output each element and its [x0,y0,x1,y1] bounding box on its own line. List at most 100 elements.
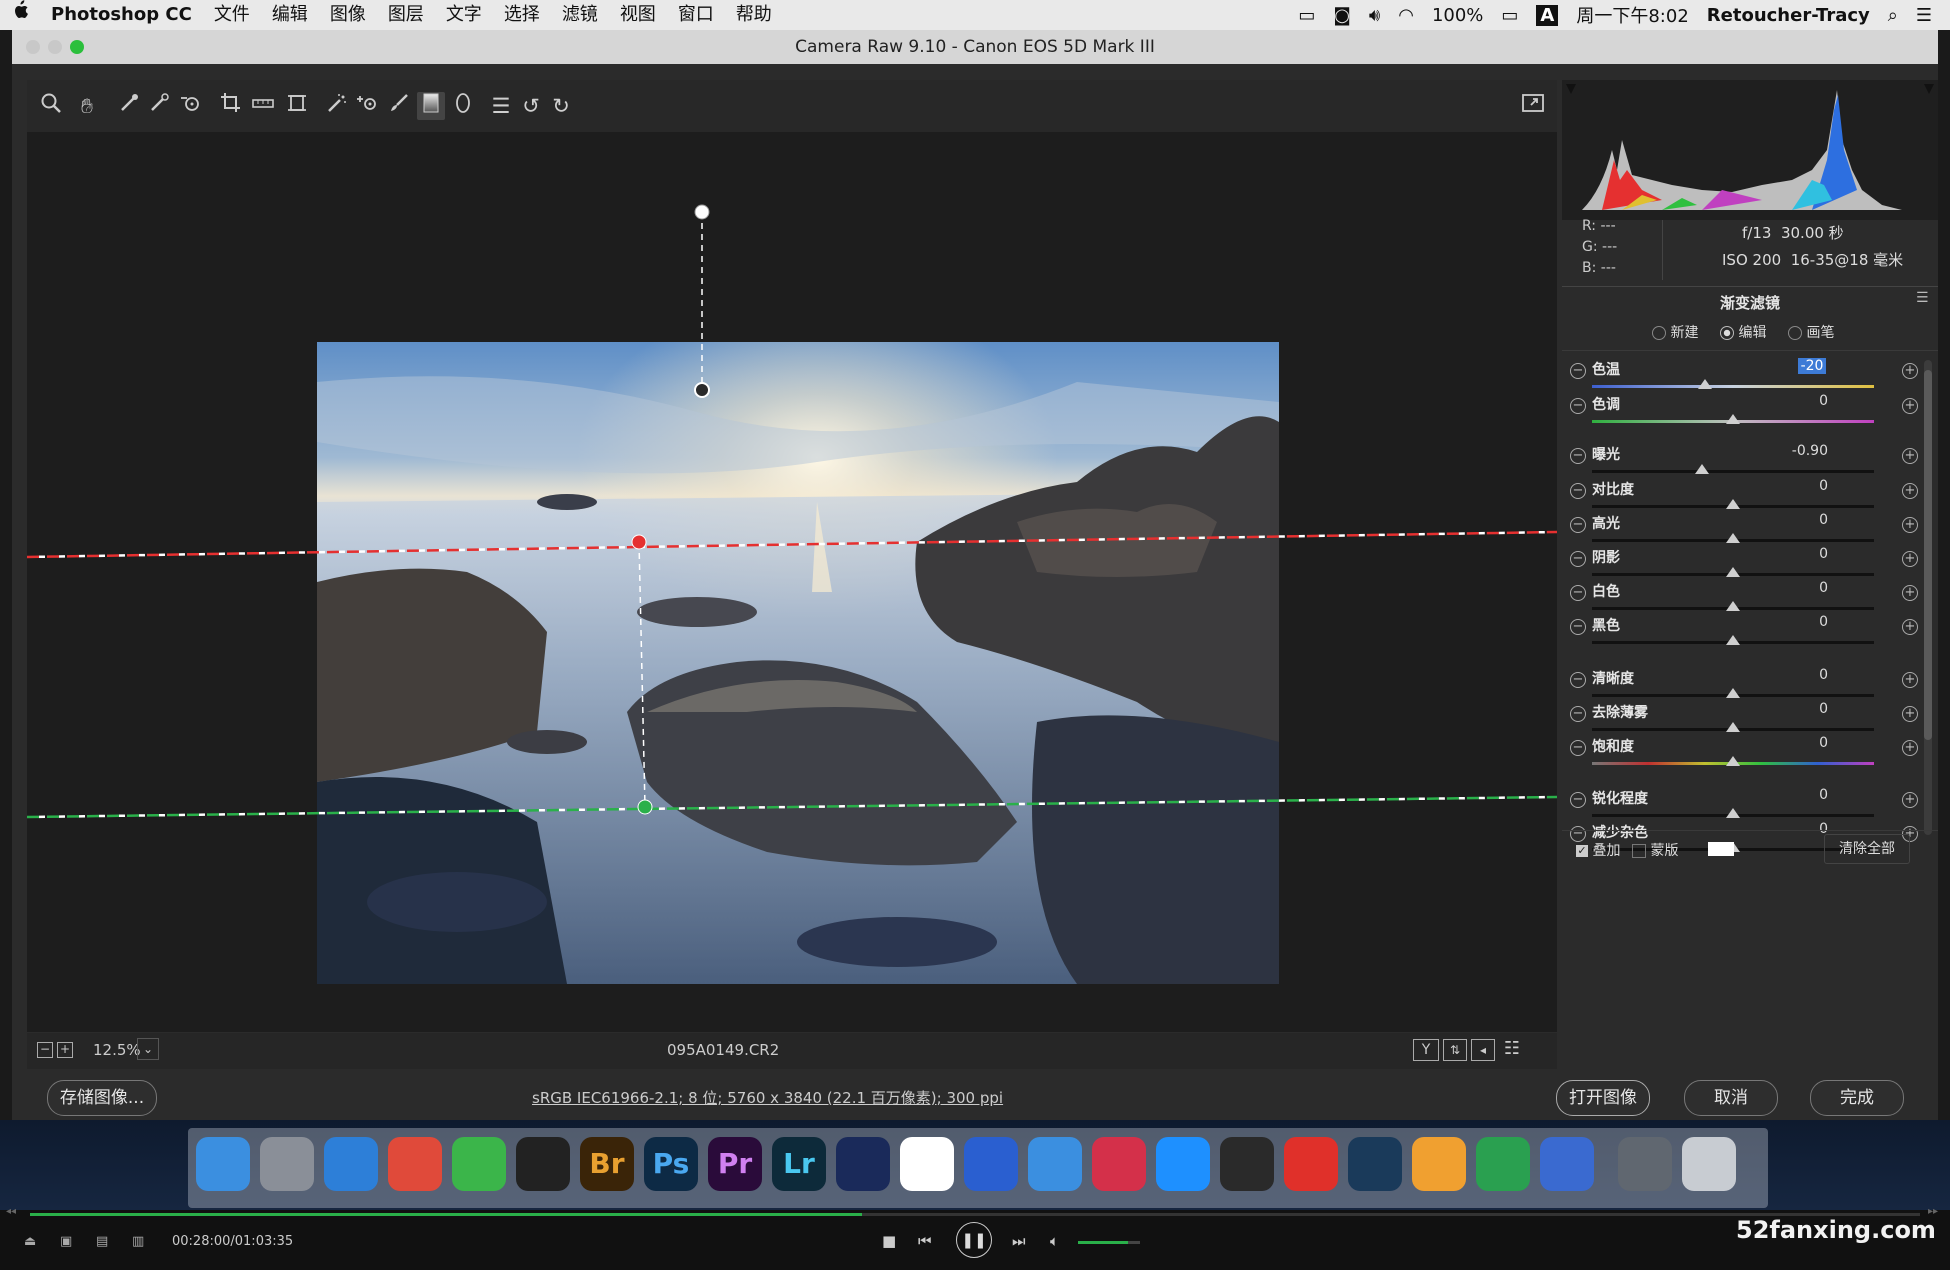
decrease-icon[interactable]: − [1570,619,1586,635]
lightroom-dock-icon[interactable]: Lr [772,1137,826,1191]
menu-layer[interactable]: 图层 [377,0,435,30]
slider-value[interactable]: 0 [1748,614,1828,630]
increase-icon[interactable]: + [1902,792,1918,808]
screen-sharing-dock-icon[interactable] [1618,1137,1672,1191]
rotate-left-icon[interactable]: ↺ [517,92,545,120]
decrease-icon[interactable]: − [1570,517,1586,533]
filter-red-pin[interactable] [631,534,647,550]
slider-value[interactable]: 0 [1748,546,1828,562]
slider-value[interactable]: -20 [1798,358,1826,374]
menu-file[interactable]: 文件 [203,0,261,30]
menu-type[interactable]: 文字 [435,0,493,30]
spotlight-icon[interactable]: ⌕ [1888,5,1898,26]
zoom-window-button[interactable] [70,40,84,54]
transform-tool-icon[interactable] [283,92,311,120]
increase-icon[interactable]: + [1902,483,1918,499]
filter-top-pin[interactable] [694,204,710,220]
save-image-button[interactable]: 存储图像... [47,1080,157,1116]
cancel-button[interactable]: 取消 [1684,1080,1778,1116]
apple-menu-icon[interactable] [0,0,40,30]
chrome-dock-icon[interactable] [388,1137,442,1191]
straighten-tool-icon[interactable] [249,92,277,120]
pause-icon[interactable]: ❚❚ [956,1222,992,1258]
volume-icon[interactable]: 🔈︎ [1050,1232,1059,1250]
slider-thumb[interactable] [1726,756,1740,766]
menu-edit[interactable]: 编辑 [261,0,319,30]
slider-thumb[interactable] [1697,379,1712,389]
filter-green-pin[interactable] [637,799,653,815]
next-icon[interactable]: ⏭ [1012,1232,1026,1250]
decrease-icon[interactable]: − [1570,792,1586,808]
view-settings-icon[interactable]: ☷ [1501,1037,1523,1061]
eject-icon[interactable]: ⏏ [24,1234,36,1249]
slider-thumb[interactable] [1726,567,1740,577]
volume-icon[interactable]: 🔊︎ [1369,5,1380,26]
subtitle-icon[interactable]: ▤ [96,1234,108,1249]
mask-color-swatch[interactable] [1708,842,1734,856]
slider-value[interactable]: 0 [1748,478,1828,494]
increase-icon[interactable]: + [1902,551,1918,567]
decrease-icon[interactable]: − [1570,363,1586,379]
copy-settings-icon[interactable]: ◂ [1471,1039,1495,1061]
clock[interactable]: 周一下午8:02 [1576,2,1688,28]
video-progress-track[interactable] [30,1213,1920,1216]
volume-slider[interactable] [1078,1241,1140,1244]
decrease-icon[interactable]: − [1570,551,1586,567]
slider-thumb[interactable] [1694,464,1709,474]
slider-row[interactable]: − 色调 0 + [1562,390,1938,430]
slider-value[interactable]: 0 [1748,701,1828,717]
screen-record-icon[interactable]: ◙ [1333,5,1350,26]
panel-scrollbar[interactable] [1924,360,1932,835]
slider-track[interactable] [1592,470,1874,473]
slider-row[interactable]: − 色温 -20 + [1562,355,1938,395]
slider-thumb[interactable] [1726,808,1740,818]
decrease-icon[interactable]: − [1570,706,1586,722]
increase-icon[interactable]: + [1902,740,1918,756]
adjustment-brush-icon[interactable] [385,92,413,120]
slider-value[interactable]: -0.90 [1748,443,1828,459]
davinci-dock-icon[interactable] [1092,1137,1146,1191]
trash-dock-icon[interactable] [1682,1137,1736,1191]
red-eye-tool-icon[interactable] [353,92,381,120]
image-canvas[interactable] [27,132,1557,1032]
zoom-dropdown-chevron-icon[interactable]: ⌄ [137,1038,159,1060]
photoshop-dock-icon[interactable]: Ps [644,1137,698,1191]
user-name[interactable]: Retoucher-Tracy [1707,5,1870,26]
close-window-button[interactable] [26,40,40,54]
slider-value[interactable]: 0 [1748,787,1828,803]
slider-row[interactable]: − 饱和度 0 + [1562,732,1938,772]
hand-tool-icon[interactable]: ✋︎ [73,92,101,120]
cinema4d-dock-icon[interactable] [836,1137,890,1191]
before-after-view-icon[interactable]: Y [1413,1039,1439,1061]
increase-icon[interactable]: + [1902,585,1918,601]
slider-value[interactable]: 0 [1748,735,1828,751]
notification-center-icon[interactable]: ☰ [1916,5,1932,26]
preferences-icon[interactable]: ☰ [487,92,515,120]
zoom-out-button[interactable]: − [37,1042,53,1058]
baidu-netdisk-dock-icon[interactable] [900,1137,954,1191]
slider-value[interactable]: 0 [1748,667,1828,683]
radial-filter-icon[interactable] [449,92,477,120]
app-menu[interactable]: Photoshop CC [40,0,203,30]
infuse-dock-icon[interactable] [1156,1137,1210,1191]
slider-row[interactable]: − 黑色 0 + [1562,611,1938,651]
increase-icon[interactable]: + [1902,706,1918,722]
overlay-checkbox[interactable]: ✓ 叠加 [1576,840,1620,860]
1password-dock-icon[interactable] [1028,1137,1082,1191]
workflow-options-link[interactable]: sRGB IEC61966-2.1; 8 位; 5760 x 3840 (22.… [532,1087,1003,1108]
decrease-icon[interactable]: − [1570,585,1586,601]
previous-icon[interactable]: ⏮ [918,1232,932,1250]
decrease-icon[interactable]: − [1570,672,1586,688]
slider-thumb[interactable] [1726,533,1740,543]
zoom-level[interactable]: 12.5% [93,1041,141,1059]
qq-dock-icon[interactable] [516,1137,570,1191]
increase-icon[interactable]: + [1902,398,1918,414]
playlist-icon[interactable]: ▣ [60,1234,72,1249]
zoom-tool-icon[interactable] [37,92,65,120]
mask-checkbox[interactable]: 蒙版 [1632,840,1678,860]
rotate-right-icon[interactable]: ↻ [547,92,575,120]
slider-value[interactable]: 0 [1748,512,1828,528]
slider-row[interactable]: − 曝光 -0.90 + [1562,440,1938,480]
menu-select[interactable]: 选择 [493,0,551,30]
screen-recorder-dock-icon[interactable] [964,1137,1018,1191]
